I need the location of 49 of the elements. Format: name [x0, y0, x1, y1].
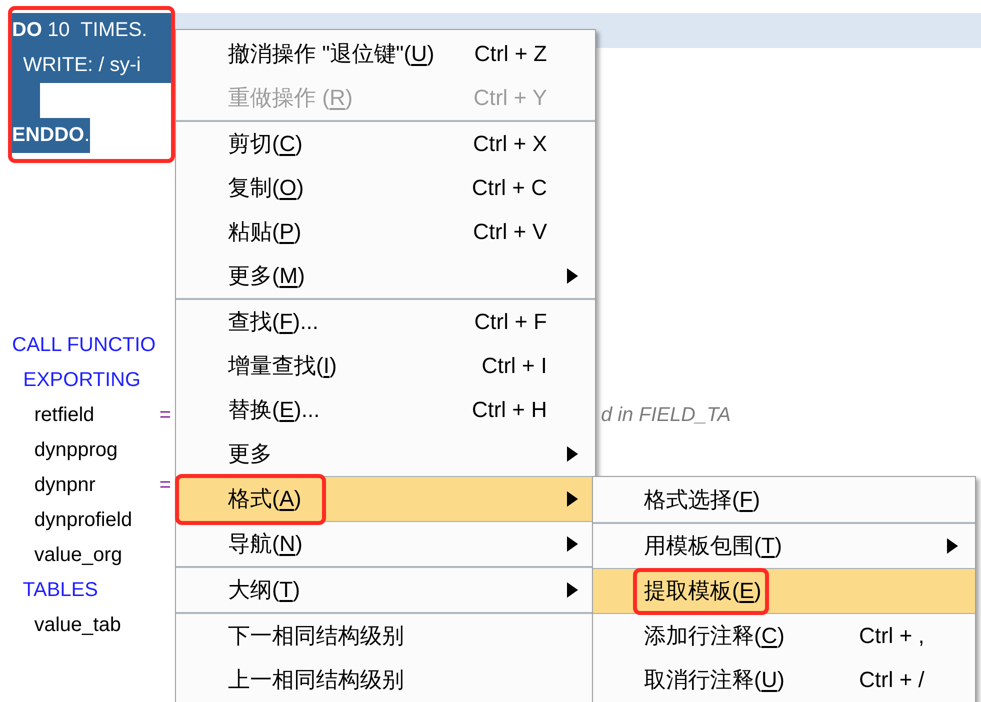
menu-item[interactable]: 复制(O) Ctrl + C	[176, 166, 595, 210]
menu-item[interactable]: 格式(A)	[176, 476, 595, 522]
menu-item[interactable]: 大纲(T)	[176, 568, 595, 612]
code-line: CALL FUNCTIO	[12, 333, 156, 358]
code-line: dynpprog	[33, 438, 118, 463]
caret-right-icon	[567, 446, 578, 462]
menu-item[interactable]: 提取模板(E)	[593, 568, 975, 614]
code-line: retfield	[33, 403, 94, 428]
code-operator: =	[159, 403, 171, 428]
code-line: value_org	[33, 543, 122, 568]
menu-item[interactable]: 撤消操作 "退位键"(U) Ctrl + Z	[176, 32, 595, 76]
code-comment: d in FIELD_TA	[601, 403, 731, 428]
caret-right-icon	[567, 268, 578, 284]
code-line: dynprofield	[33, 508, 132, 533]
menu-item[interactable]: 剪切(C) Ctrl + X	[176, 122, 595, 166]
menu-item[interactable]: 上一相同结构级别	[176, 658, 595, 702]
menu-item[interactable]: 增量查找(I) Ctrl + I	[176, 344, 595, 388]
shortcut-label: Ctrl + C	[472, 175, 547, 201]
code-line: EXPORTING	[22, 368, 141, 393]
code-line: DO 10 TIMES.	[12, 18, 148, 43]
shortcut-label: Ctrl + H	[472, 397, 547, 423]
shortcut-label: Ctrl + V	[473, 219, 547, 245]
shortcut-label: Ctrl + Y	[473, 85, 547, 111]
caret-right-icon	[567, 536, 578, 552]
menu-item[interactable]: 更多	[176, 432, 595, 476]
menu-item[interactable]: 下一相同结构级别	[176, 614, 595, 658]
shortcut-label: Ctrl + Z	[474, 41, 547, 67]
menu-item[interactable]: 替换(E)... Ctrl + H	[176, 388, 595, 432]
menu-item[interactable]: 格式选择(F)	[593, 478, 975, 522]
menu-item[interactable]: 导航(N)	[176, 522, 595, 566]
shortcut-label: Ctrl + /	[859, 667, 924, 693]
menu-item[interactable]: 粘贴(P) Ctrl + V	[176, 210, 595, 254]
caret-right-icon	[567, 491, 578, 507]
code-line: value_tab	[33, 613, 121, 638]
menu-item[interactable]: 用模板包围(T)	[593, 524, 975, 568]
caret-right-icon	[947, 538, 958, 554]
caret-right-icon	[567, 582, 578, 598]
menu-item[interactable]: 取消行注释(U) Ctrl + /	[593, 658, 975, 702]
shortcut-label: Ctrl + ,	[859, 623, 924, 649]
shortcut-label: Ctrl + F	[474, 309, 547, 335]
shortcut-label: Ctrl + I	[482, 353, 547, 379]
menu-item[interactable]: 添加行注释(C) Ctrl + ,	[593, 614, 975, 658]
menu-item[interactable]: 查找(F)... Ctrl + F	[176, 300, 595, 344]
menu-item[interactable]: 更多(M)	[176, 254, 595, 298]
code-line: dynpnr	[33, 473, 96, 498]
code-line: TABLES	[22, 578, 98, 603]
shortcut-label: Ctrl + X	[473, 131, 547, 157]
code-line: WRITE: / sy-i	[22, 53, 141, 78]
code-operator: =	[159, 473, 171, 498]
